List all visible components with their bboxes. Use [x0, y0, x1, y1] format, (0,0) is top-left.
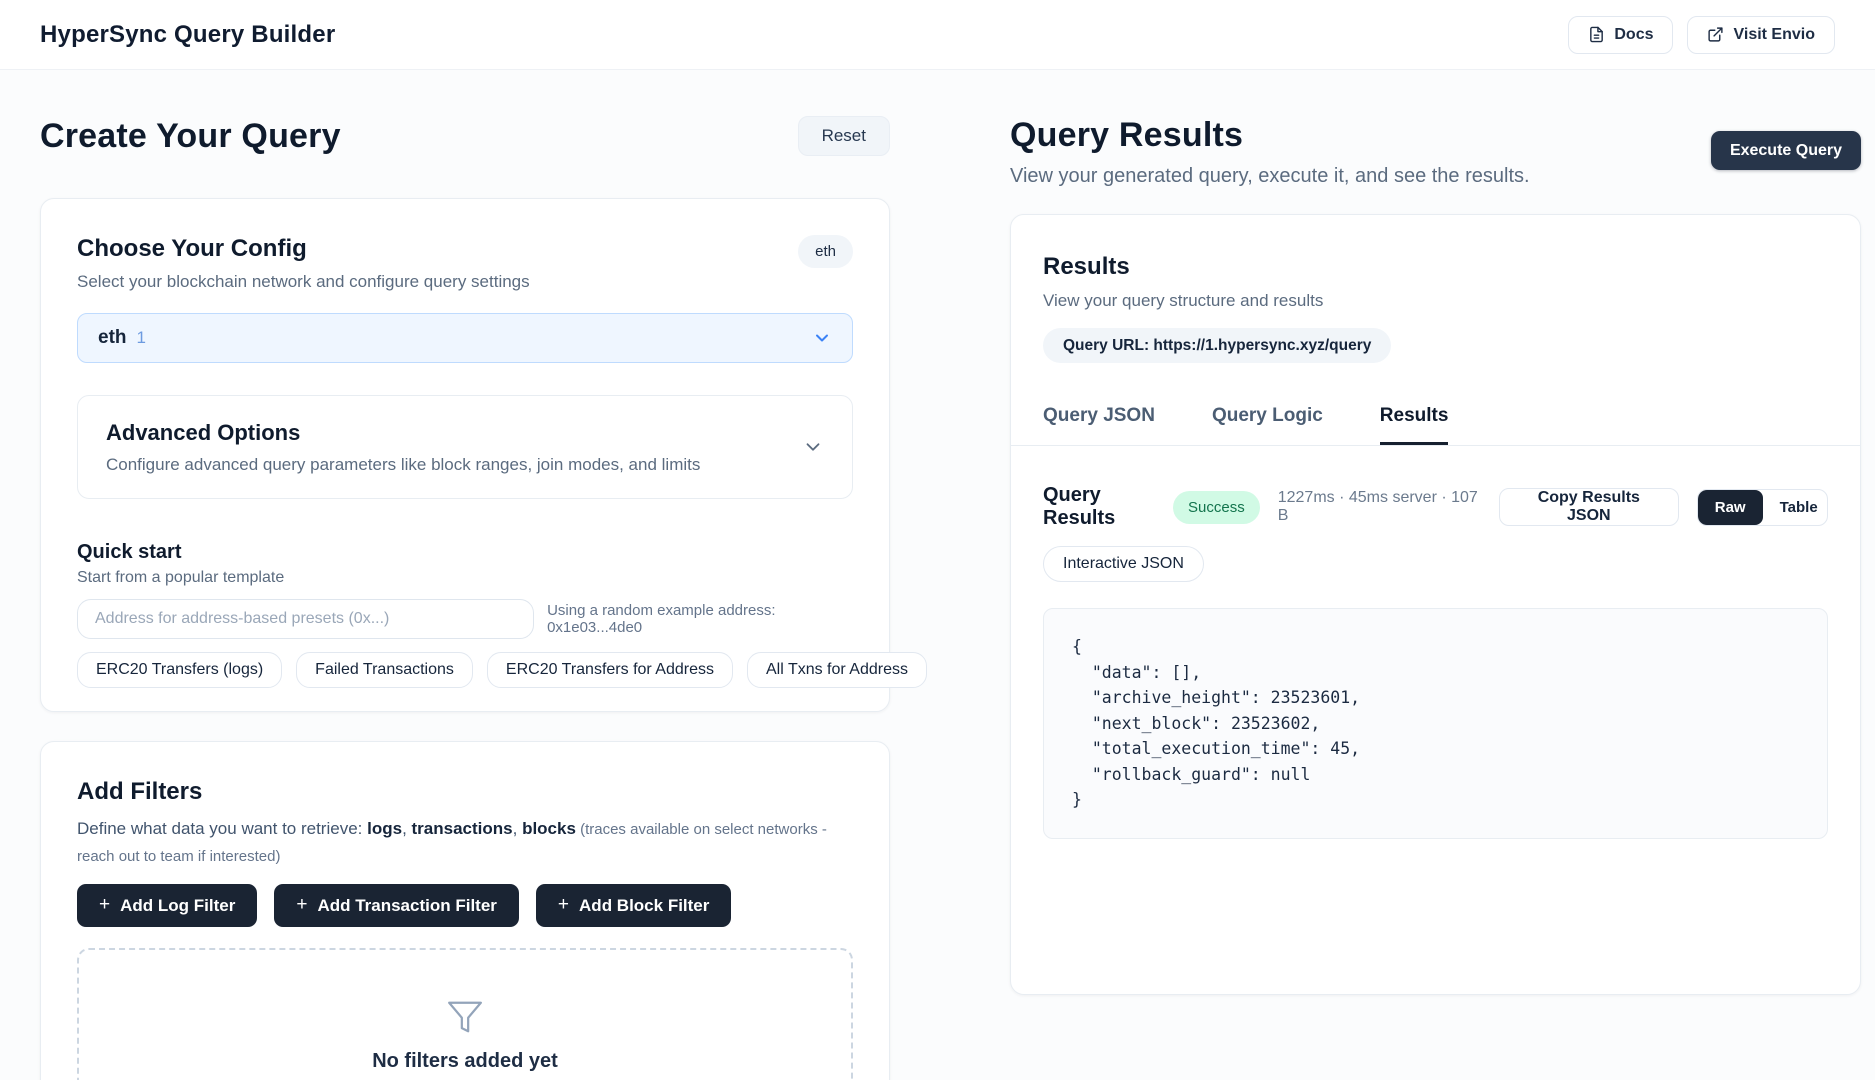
template-all-txns-for-address[interactable]: All Txns for Address: [747, 652, 927, 688]
template-failed-transactions[interactable]: Failed Transactions: [296, 652, 473, 688]
timing-text: 1227ms · 45ms server · 107 B: [1278, 489, 1481, 525]
app-header: HyperSync Query Builder Docs Visit Envio: [0, 0, 1875, 70]
document-icon: [1588, 26, 1605, 43]
network-select[interactable]: eth 1: [77, 313, 853, 363]
json-line: }: [1072, 787, 1799, 813]
funnel-icon: [446, 998, 484, 1036]
execute-query-button[interactable]: Execute Query: [1711, 131, 1861, 170]
view-toggle: Raw Table: [1697, 489, 1828, 526]
results-card: Results View your query structure and re…: [1010, 214, 1861, 995]
results-card-subtitle: View your query structure and results: [1043, 291, 1828, 311]
docs-label: Docs: [1614, 26, 1653, 44]
header-actions: Docs Visit Envio: [1568, 16, 1835, 54]
interactive-json-button[interactable]: Interactive JSON: [1043, 546, 1204, 582]
network-chain-id: 1: [137, 328, 146, 348]
results-panel-subtitle: View your generated query, execute it, a…: [1010, 165, 1530, 188]
reset-button[interactable]: Reset: [798, 116, 890, 156]
plus-icon: +: [296, 894, 307, 916]
tab-query-logic[interactable]: Query Logic: [1212, 405, 1323, 445]
json-line: "total_execution_time": 45,: [1072, 736, 1799, 762]
config-subtitle: Select your blockchain network and confi…: [77, 272, 530, 292]
address-hint: Using a random example address: 0x1e03..…: [547, 602, 853, 636]
plus-icon: +: [558, 894, 569, 916]
copy-results-json-button[interactable]: Copy Results JSON: [1499, 488, 1679, 526]
json-line: {: [1072, 634, 1799, 660]
json-line: "next_block": 23523602,: [1072, 711, 1799, 737]
filter-buttons: + Add Log Filter + Add Transaction Filte…: [77, 884, 853, 927]
view-toggle-table[interactable]: Table: [1763, 490, 1828, 525]
results-tabs: Query JSON Query Logic Results: [1011, 405, 1860, 446]
address-input[interactable]: [77, 599, 534, 639]
quick-start-subtitle: Start from a popular template: [77, 569, 853, 587]
query-url-badge: Query URL: https://1.hypersync.xyz/query: [1043, 328, 1391, 363]
results-card-title: Results: [1043, 253, 1828, 281]
filters-empty-state: No filters added yet: [77, 948, 853, 1080]
results-panel-title: Query Results: [1010, 116, 1530, 155]
query-results-label: Query Results: [1043, 484, 1173, 530]
visit-envio-label: Visit Envio: [1733, 26, 1815, 44]
app-title: HyperSync Query Builder: [40, 21, 335, 49]
query-builder-panel: Create Your Query Reset Choose Your Conf…: [40, 116, 890, 1080]
add-transaction-filter-button[interactable]: + Add Transaction Filter: [274, 884, 519, 927]
template-buttons: ERC20 Transfers (logs) Failed Transactio…: [77, 652, 853, 688]
query-results-panel: Query Results View your generated query,…: [1010, 116, 1861, 1080]
add-log-filter-label: Add Log Filter: [120, 896, 235, 916]
empty-state-text: No filters added yet: [372, 1050, 558, 1073]
docs-button[interactable]: Docs: [1568, 16, 1673, 54]
visit-envio-button[interactable]: Visit Envio: [1687, 16, 1835, 54]
tab-results[interactable]: Results: [1380, 405, 1449, 445]
plus-icon: +: [99, 894, 110, 916]
filters-card: Add Filters Define what data you want to…: [40, 741, 890, 1080]
advanced-options-subtitle: Configure advanced query parameters like…: [106, 455, 700, 475]
status-badge: Success: [1173, 491, 1260, 524]
external-link-icon: [1707, 26, 1724, 43]
quick-start-title: Quick start: [77, 541, 853, 564]
view-toggle-raw[interactable]: Raw: [1698, 490, 1763, 525]
add-block-filter-label: Add Block Filter: [579, 896, 709, 916]
template-erc20-transfers-logs[interactable]: ERC20 Transfers (logs): [77, 652, 282, 688]
json-line: "data": [],: [1072, 660, 1799, 686]
add-log-filter-button[interactable]: + Add Log Filter: [77, 884, 257, 927]
filters-description: Define what data you want to retrieve: l…: [77, 816, 867, 870]
json-line: "archive_height": 23523601,: [1072, 685, 1799, 711]
results-json-output: { "data": [], "archive_height": 23523601…: [1043, 608, 1828, 839]
template-erc20-transfers-for-address[interactable]: ERC20 Transfers for Address: [487, 652, 733, 688]
add-block-filter-button[interactable]: + Add Block Filter: [536, 884, 731, 927]
advanced-options-title: Advanced Options: [106, 420, 700, 446]
builder-title: Create Your Query: [40, 117, 341, 156]
advanced-options-toggle[interactable]: Advanced Options Configure advanced quer…: [77, 395, 853, 499]
config-title: Choose Your Config: [77, 235, 530, 263]
main-content: Create Your Query Reset Choose Your Conf…: [0, 70, 1875, 1080]
filters-title: Add Filters: [77, 778, 853, 806]
tab-query-json[interactable]: Query JSON: [1043, 405, 1155, 445]
network-badge: eth: [798, 235, 853, 268]
chevron-down-icon: [802, 436, 824, 458]
chevron-down-icon: [812, 328, 832, 348]
json-line: "rollback_guard": null: [1072, 762, 1799, 788]
config-card: Choose Your Config Select your blockchai…: [40, 198, 890, 712]
network-name: eth: [98, 327, 127, 349]
add-transaction-filter-label: Add Transaction Filter: [317, 896, 496, 916]
